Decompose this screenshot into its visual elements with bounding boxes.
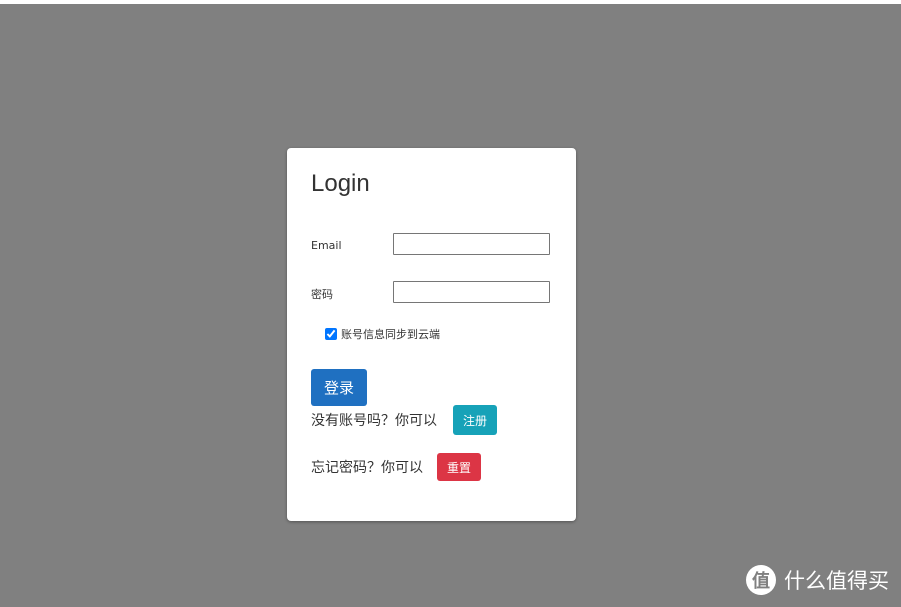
register-button[interactable]: 注册 [453, 405, 497, 435]
smzdm-logo-icon: 值 [746, 565, 776, 595]
forgot-password-text: 忘记密码？你可以 [311, 460, 423, 476]
sync-checkbox[interactable] [325, 328, 337, 340]
email-label: Email [311, 239, 342, 252]
watermark-text: 什么值得买 [784, 569, 889, 593]
login-title: Login [311, 170, 370, 197]
no-account-text: 没有账号吗？你可以 [311, 413, 437, 429]
login-button[interactable]: 登录 [311, 369, 367, 406]
site-watermark: 值 什么值得买 [746, 565, 889, 595]
login-card: Login Email 密码 账号信息同步到云端 登录 没有账号吗？你可以 注册… [287, 148, 576, 521]
password-input[interactable] [393, 281, 550, 303]
reset-button[interactable]: 重置 [437, 453, 481, 481]
email-input[interactable] [393, 233, 550, 255]
sync-label: 账号信息同步到云端 [341, 328, 440, 341]
sync-option[interactable]: 账号信息同步到云端 [325, 326, 440, 342]
password-label: 密码 [311, 288, 333, 301]
